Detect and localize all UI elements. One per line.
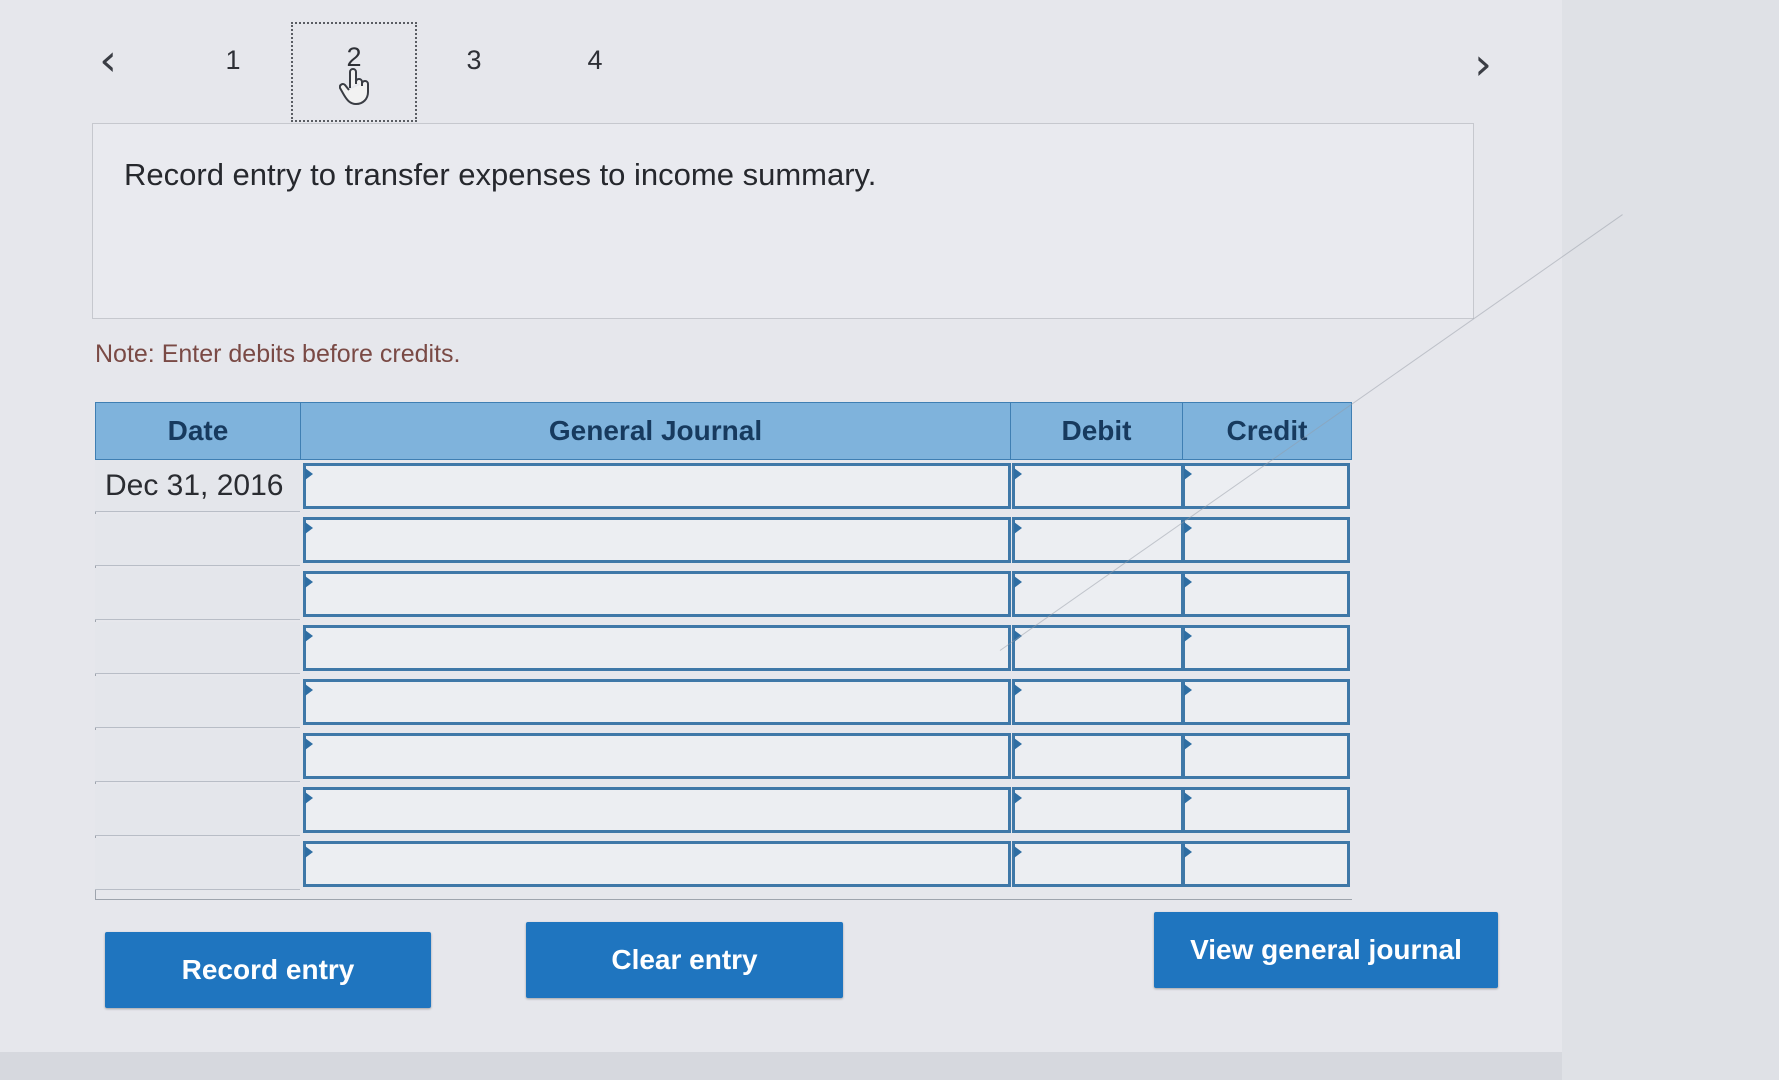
credit-input[interactable] (1182, 841, 1350, 887)
credit-input[interactable] (1182, 787, 1350, 833)
date-cell (95, 514, 300, 566)
debit-input[interactable] (1012, 679, 1184, 725)
account-input[interactable] (303, 787, 1011, 833)
account-input[interactable] (303, 625, 1011, 671)
credit-input[interactable] (1182, 571, 1350, 617)
chevron-left-icon: ‹ (99, 35, 117, 86)
debit-input[interactable] (1012, 625, 1184, 671)
account-input[interactable] (303, 733, 1011, 779)
date-cell (95, 676, 300, 728)
credit-input[interactable] (1182, 625, 1350, 671)
clear-entry-button[interactable]: Clear entry (526, 922, 843, 998)
date-cell (95, 838, 300, 890)
page-1-link[interactable]: 1 (213, 40, 253, 80)
account-input[interactable] (303, 517, 1011, 563)
account-input[interactable] (303, 463, 1011, 509)
note-text: Note: Enter debits before credits. (95, 340, 461, 368)
hand-pointer-icon (339, 68, 369, 105)
record-entry-button[interactable]: Record entry (105, 932, 431, 1008)
previous-page-button[interactable]: ‹ (88, 36, 128, 86)
instruction-box: Record entry to transfer expenses to inc… (92, 123, 1474, 319)
page-4-link[interactable]: 4 (575, 40, 615, 80)
debit-input[interactable] (1012, 733, 1184, 779)
credit-input[interactable] (1182, 679, 1350, 725)
debit-header: Debit (1010, 402, 1183, 460)
credit-input[interactable] (1182, 463, 1350, 509)
date-cell (95, 784, 300, 836)
debit-input[interactable] (1012, 787, 1184, 833)
screen-margin (1562, 0, 1779, 1080)
credit-input[interactable] (1182, 517, 1350, 563)
general-journal-header: General Journal (300, 402, 1011, 460)
date-cell (95, 622, 300, 674)
debit-input[interactable] (1012, 841, 1184, 887)
chevron-right-icon: › (1474, 39, 1492, 90)
date-header: Date (95, 402, 301, 460)
date-cell: Dec 31, 2016 (95, 460, 300, 512)
date-cell (95, 568, 300, 620)
next-page-button[interactable]: › (1463, 40, 1503, 90)
account-input[interactable] (303, 841, 1011, 887)
account-input[interactable] (303, 679, 1011, 725)
debit-input[interactable] (1012, 463, 1184, 509)
credit-header: Credit (1182, 402, 1352, 460)
page-2-link-current[interactable]: 2 (291, 22, 417, 122)
instruction-text: Record entry to transfer expenses to inc… (124, 157, 877, 192)
view-general-journal-button[interactable]: View general journal (1154, 912, 1498, 988)
date-cell (95, 730, 300, 782)
credit-input[interactable] (1182, 733, 1350, 779)
page-3-link[interactable]: 3 (454, 40, 494, 80)
debit-input[interactable] (1012, 571, 1184, 617)
account-input[interactable] (303, 571, 1011, 617)
